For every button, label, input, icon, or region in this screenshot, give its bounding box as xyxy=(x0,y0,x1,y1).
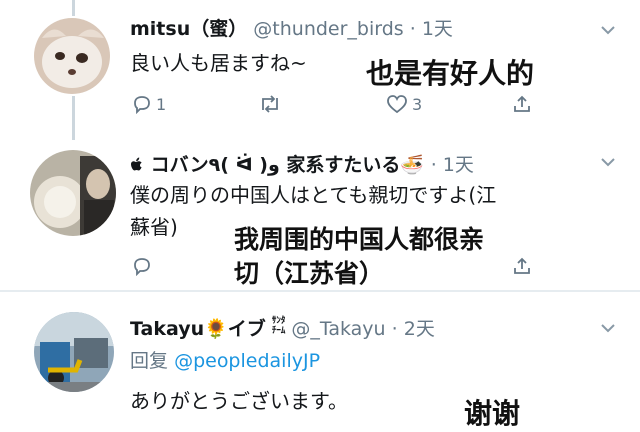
tweet-actions xyxy=(132,254,552,278)
apple-icon xyxy=(131,157,142,171)
separator-dot: · xyxy=(391,318,398,340)
display-name[interactable]: mitsu（蜜） xyxy=(130,18,247,40)
like-count: 3 xyxy=(412,94,423,114)
tweet-header: コバン٩( ᐛ )و 家系すたいる🍜 · 1天 xyxy=(130,150,474,177)
display-name[interactable]: コバン٩( ᐛ )و 家系すたいる🍜 xyxy=(130,154,431,176)
display-name[interactable]: Takayu🌻イブ xyxy=(130,318,266,340)
translation-annotation-line-1: 我周围的中国人都很亲 xyxy=(234,225,485,254)
handle[interactable]: @thunder_birds xyxy=(253,18,403,40)
handle[interactable]: @_Takayu xyxy=(291,318,385,340)
tweet-text-line-1: 僕の周りの中国人はとても親切ですよ(江 xyxy=(130,183,497,207)
reply-action[interactable]: 1 xyxy=(132,92,166,116)
heart-icon xyxy=(387,95,407,114)
tweet-text-line-2: 蘇省) xyxy=(130,215,178,239)
display-name-text: コバン٩( ᐛ )و 家系すたいる🍜 xyxy=(150,154,425,176)
reply-label: 回复 xyxy=(130,350,169,372)
timestamp[interactable]: 1天 xyxy=(422,18,453,40)
tweet-2[interactable]: コバン٩( ᐛ )و 家系すたいる🍜 · 1天 僕の周りの中国人はとても親切です… xyxy=(0,142,640,292)
thread-line xyxy=(72,96,75,140)
avatar[interactable] xyxy=(34,312,114,392)
display-name-suffix: ｻﾝﾀ ﾁｰﾑ xyxy=(271,316,286,336)
share-action[interactable] xyxy=(512,254,532,278)
timestamp[interactable]: 2天 xyxy=(404,318,435,340)
tweet-1[interactable]: mitsu（蜜） @thunder_birds · 1天 良い人も居ますね~ 也… xyxy=(0,0,640,142)
separator-dot: · xyxy=(430,154,437,176)
tweet-3[interactable]: Takayu🌻イブ ｻﾝﾀ ﾁｰﾑ @_Takayu · 2天 回复 @peop… xyxy=(0,292,640,430)
tweet-header: mitsu（蜜） @thunder_birds · 1天 xyxy=(130,14,453,41)
avatar[interactable] xyxy=(30,150,116,236)
separator-dot: · xyxy=(409,18,416,40)
reply-icon xyxy=(134,258,150,276)
tweet-text: ありがとうございます。 xyxy=(130,389,348,413)
timestamp[interactable]: 1天 xyxy=(443,154,474,176)
thread-line xyxy=(72,0,75,16)
reply-icon xyxy=(134,96,150,114)
chevron-down-icon[interactable] xyxy=(600,154,616,170)
like-action[interactable]: 3 xyxy=(386,92,422,116)
translation-annotation: 也是有好人的 xyxy=(366,57,535,90)
share-icon xyxy=(514,95,530,112)
share-icon xyxy=(514,257,530,274)
chevron-down-icon[interactable] xyxy=(600,22,616,38)
share-action[interactable] xyxy=(512,92,532,116)
chevron-down-icon[interactable] xyxy=(600,320,616,336)
reply-target-link[interactable]: @peopledailyJP xyxy=(174,350,320,372)
avatar[interactable] xyxy=(34,18,110,94)
translation-annotation: 谢谢 xyxy=(464,397,521,430)
tweet-actions: 1 3 xyxy=(132,92,552,116)
tweet-text: 良い人も居ますね~ xyxy=(130,51,307,75)
reply-context: 回复 @peopledailyJP xyxy=(130,346,320,373)
tweet-header: Takayu🌻イブ ｻﾝﾀ ﾁｰﾑ @_Takayu · 2天 xyxy=(130,314,435,341)
retweet-action[interactable] xyxy=(258,92,282,116)
retweet-icon xyxy=(262,95,278,113)
reply-action[interactable] xyxy=(132,254,152,278)
reply-count: 1 xyxy=(156,94,167,114)
